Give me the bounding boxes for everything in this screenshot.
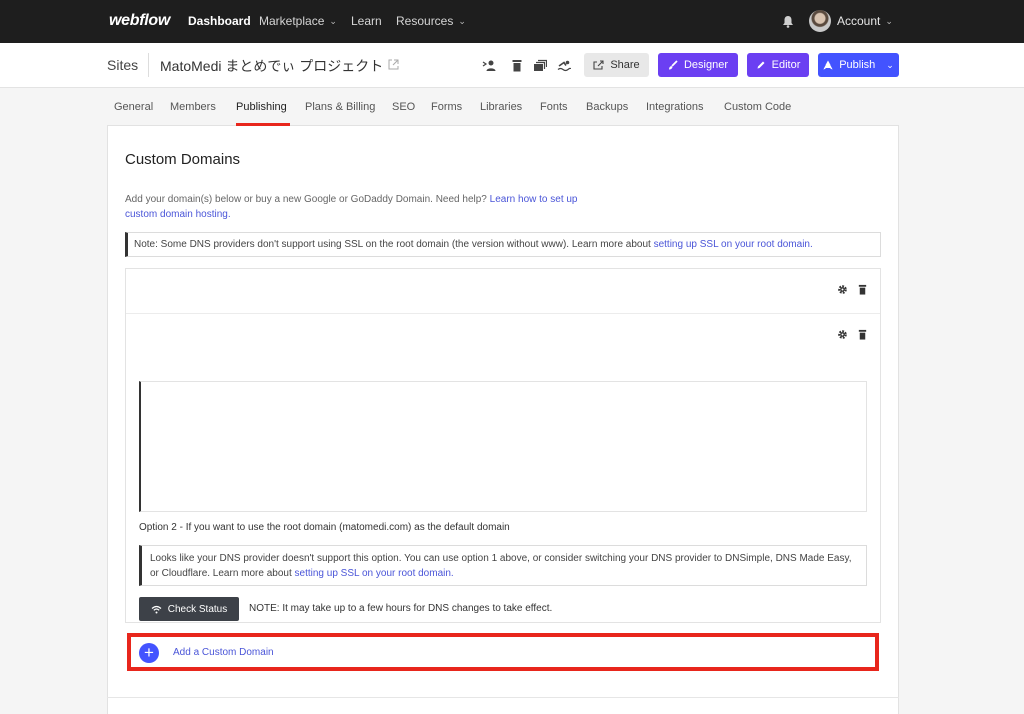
plus-icon[interactable]: +	[139, 643, 159, 663]
trash-icon[interactable]	[857, 284, 868, 295]
divider	[148, 53, 149, 77]
chevron-down-icon: ⌄	[885, 16, 893, 26]
intro-text: Add your domain(s) below or buy a new Go…	[125, 192, 595, 222]
account-label: Account	[837, 14, 881, 28]
account-menu[interactable]: Account ⌄	[837, 14, 893, 28]
bell-icon[interactable]	[782, 15, 794, 28]
webflow-logo[interactable]: webflow	[109, 12, 170, 30]
editor-button[interactable]: Editor	[747, 53, 809, 77]
check-status-label: Check Status	[167, 603, 228, 615]
active-tab-indicator	[236, 123, 290, 126]
stack-icon[interactable]	[533, 59, 547, 72]
dns-records-panel	[139, 381, 867, 512]
divider	[126, 313, 880, 314]
nav-learn[interactable]: Learn	[351, 14, 382, 28]
publish-button[interactable]: Publish ⌄	[818, 53, 899, 77]
site-name: MatoMedi まとめでぃ プロジェクト	[160, 58, 384, 74]
ssl-root-link[interactable]: setting up SSL on your root domain.	[295, 568, 454, 579]
top-nav: webflow Dashboard Marketplace ⌄ Learn Res…	[0, 0, 1024, 43]
share-button[interactable]: Share	[584, 53, 649, 77]
chevron-down-icon: ⌄	[329, 16, 337, 26]
designer-button[interactable]: Designer	[658, 53, 738, 77]
avatar[interactable]	[809, 10, 831, 32]
nav-dashboard[interactable]: Dashboard	[188, 14, 251, 28]
ssl-root-link[interactable]: setting up SSL on your root domain.	[654, 239, 813, 250]
gear-icon[interactable]	[837, 329, 848, 340]
editor-label: Editor	[771, 59, 801, 71]
swimmer-icon[interactable]	[557, 59, 571, 72]
ssl-note: Note: Some DNS providers don't support u…	[125, 232, 881, 257]
nav-resources[interactable]: Resources ⌄	[396, 14, 466, 28]
gear-icon[interactable]	[837, 284, 848, 295]
tab-plans-billing[interactable]: Plans & Billing	[305, 101, 375, 113]
tab-members[interactable]: Members	[170, 101, 216, 113]
dns-propagation-note: NOTE: It may take up to a few hours for …	[249, 603, 553, 614]
chevron-down-icon: ⌄	[886, 59, 894, 70]
option2-label: Option 2 - If you want to use the root d…	[139, 522, 510, 533]
brush-icon	[668, 60, 678, 70]
site-header: Sites MatoMedi まとめでぃ プロジェクト Share Design…	[0, 43, 1024, 88]
dns-provider-note: Looks like your DNS provider doesn't sup…	[139, 545, 867, 586]
users-icon[interactable]	[482, 59, 496, 72]
settings-tabs: General Members Publishing Plans & Billi…	[0, 88, 1024, 128]
share-icon	[593, 60, 604, 70]
tab-integrations[interactable]: Integrations	[646, 101, 703, 113]
pencil-icon	[757, 61, 765, 69]
external-link-icon[interactable]	[388, 59, 399, 70]
publish-label: Publish	[839, 59, 876, 71]
tab-custom-code[interactable]: Custom Code	[724, 101, 791, 113]
tab-libraries[interactable]: Libraries	[480, 101, 522, 113]
intro-body: Add your domain(s) below or buy a new Go…	[125, 194, 487, 205]
tab-forms[interactable]: Forms	[431, 101, 462, 113]
tab-seo[interactable]: SEO	[392, 101, 415, 113]
tab-fonts[interactable]: Fonts	[540, 101, 568, 113]
share-label: Share	[610, 59, 640, 71]
divider	[107, 697, 899, 698]
designer-label: Designer	[683, 59, 729, 71]
nav-marketplace-label: Marketplace	[259, 14, 325, 28]
tab-publishing[interactable]: Publishing	[236, 101, 287, 113]
rocket-icon	[823, 60, 833, 70]
ssl-note-text: Note: Some DNS providers don't support u…	[134, 239, 651, 250]
add-custom-domain-link[interactable]: Add a Custom Domain	[173, 647, 274, 658]
section-title: Custom Domains	[125, 151, 241, 168]
tab-general[interactable]: General	[114, 101, 153, 113]
check-status-button[interactable]: Check Status	[139, 597, 239, 621]
dns-note-text: Looks like your DNS provider doesn't sup…	[150, 553, 852, 579]
nav-resources-label: Resources	[396, 14, 454, 28]
sites-link[interactable]: Sites	[107, 57, 138, 73]
trash-icon[interactable]	[510, 59, 524, 72]
wifi-icon	[151, 605, 162, 613]
nav-marketplace[interactable]: Marketplace ⌄	[259, 14, 337, 28]
chevron-down-icon: ⌄	[458, 16, 466, 26]
trash-icon[interactable]	[857, 329, 868, 340]
tab-backups[interactable]: Backups	[586, 101, 628, 113]
